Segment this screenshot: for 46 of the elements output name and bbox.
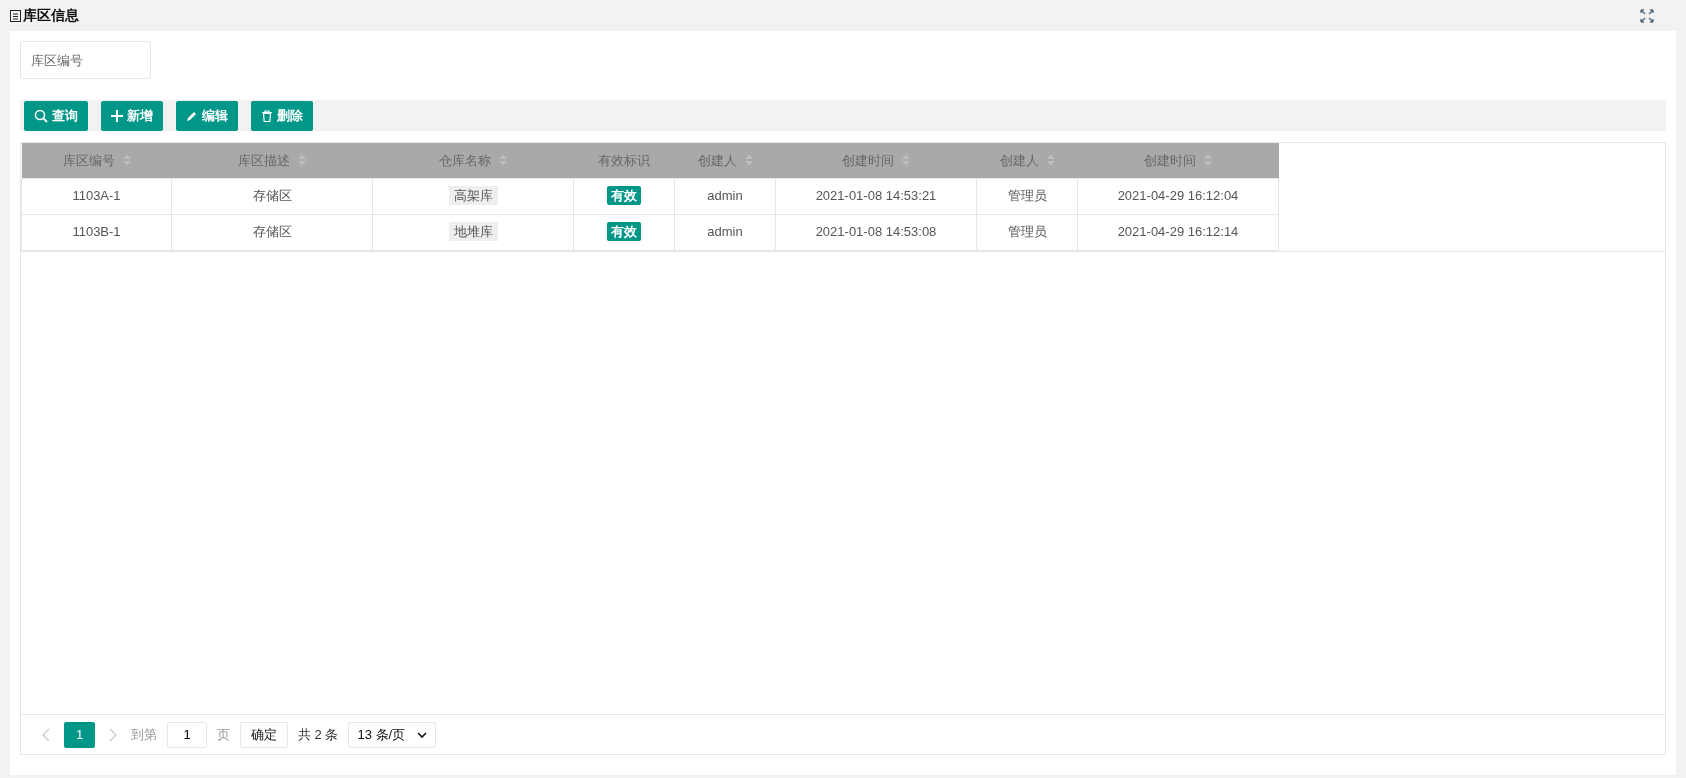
table-cell: 2021-01-08 14:53:08 xyxy=(815,224,937,240)
column-header[interactable]: 创建人 xyxy=(999,150,1055,170)
table-cell: 1103A-1 xyxy=(72,188,121,204)
table-cell: 管理员 xyxy=(1007,224,1047,240)
total-count: 共 2 条 xyxy=(298,725,339,744)
next-page-icon[interactable] xyxy=(109,727,117,742)
valid-badge: 有效 xyxy=(607,222,641,242)
previous-page-icon[interactable] xyxy=(42,727,50,742)
page-button[interactable]: 1 xyxy=(64,721,95,748)
table-cell: admin xyxy=(707,188,743,204)
zone-code-field[interactable]: 库区编号 xyxy=(20,41,151,79)
goto-label: 到第 xyxy=(131,725,157,744)
table-cell: admin xyxy=(707,224,743,240)
toolbar-button[interactable]: 删除 xyxy=(251,100,313,131)
chevron-down-icon xyxy=(417,731,428,738)
column-header[interactable]: 库区描述 xyxy=(238,150,306,170)
document-icon xyxy=(10,9,21,22)
page-number-field[interactable]: 1 xyxy=(167,721,207,748)
column-header[interactable]: 创建人 xyxy=(697,150,753,170)
table-cell: 存储区 xyxy=(252,224,292,240)
page-size-select[interactable]: 13 条/页 xyxy=(348,721,437,748)
column-header[interactable]: 有效标识 xyxy=(598,150,650,170)
trash-icon xyxy=(261,109,273,122)
plus-icon xyxy=(111,109,123,122)
warehouse-tag: 地堆库 xyxy=(448,222,498,242)
pencil-icon xyxy=(186,109,198,122)
toolbar-button[interactable]: 查询 xyxy=(24,100,88,131)
search-icon xyxy=(34,108,48,123)
toolbar-button[interactable]: 新增 xyxy=(101,100,163,131)
table-cell: 2021-04-29 16:12:04 xyxy=(1117,188,1239,204)
valid-badge: 有效 xyxy=(607,186,641,206)
table-cell: 管理员 xyxy=(1007,188,1047,204)
table-cell: 2021-01-08 14:53:21 xyxy=(815,188,937,204)
confirm-button[interactable]: 确定 xyxy=(240,721,288,748)
warehouse-tag: 高架库 xyxy=(448,186,498,206)
table-cell: 1103B-1 xyxy=(72,224,121,240)
column-header[interactable]: 仓库名称 xyxy=(439,150,507,170)
page-unit-label: 页 xyxy=(217,725,230,744)
toolbar-button[interactable]: 编辑 xyxy=(176,100,238,131)
table-cell: 存储区 xyxy=(252,188,292,204)
table-cell: 2021-04-29 16:12:14 xyxy=(1117,224,1239,240)
column-header[interactable]: 库区编号 xyxy=(62,150,131,170)
fullscreen-icon[interactable] xyxy=(1640,8,1654,23)
column-header[interactable]: 创建时间 xyxy=(842,150,910,170)
column-header[interactable]: 创建时间 xyxy=(1144,150,1212,170)
panel-title: 库区信息 xyxy=(23,6,79,25)
